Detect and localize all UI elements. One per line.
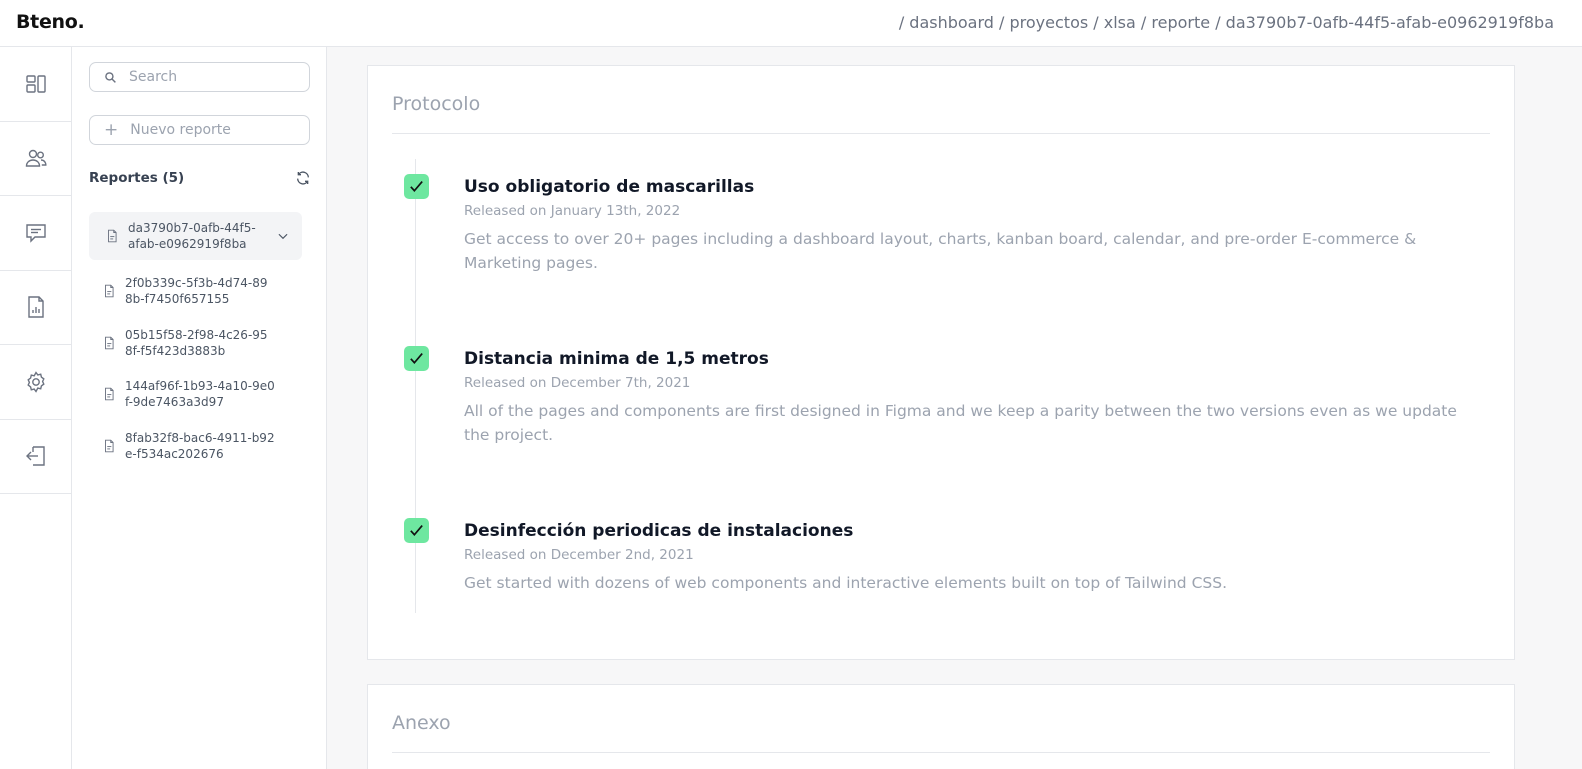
file-name: 8fab32f8-bac6-4911-b92e-f534ac202676 (125, 431, 275, 461)
plus-icon: + (104, 119, 119, 140)
check-icon (404, 346, 429, 371)
reports-header: Reportes (5) (89, 170, 311, 186)
check-icon (404, 518, 429, 543)
dashboard-icon (25, 75, 46, 93)
rail-item-reports[interactable] (0, 271, 71, 345)
timeline-title: Distancia minima de 1,5 metros (464, 349, 769, 369)
breadcrumb-item-proyectos[interactable]: / proyectos (999, 13, 1088, 32)
settings-icon (26, 370, 45, 393)
rail-item-settings[interactable] (0, 345, 71, 420)
protocol-card: Protocolo Uso obligatorio de mascarillas… (367, 65, 1515, 660)
rail-item-messages[interactable] (0, 196, 71, 271)
file-name: da3790b7-0afb-44f5-afab-e0962919f8ba (128, 221, 256, 251)
divider (392, 752, 1490, 753)
annex-title: Anexo (392, 712, 451, 734)
check-icon (404, 174, 429, 199)
file-name: 2f0b339c-5f3b-4d74-898b-f7450f657155 (125, 276, 268, 306)
reports-title: Reportes (5) (89, 170, 185, 186)
breadcrumb-item-xlsa[interactable]: / xlsa (1093, 13, 1136, 32)
top-bar: Bteno. / dashboard / proyectos / xlsa / … (0, 0, 1582, 47)
annex-card: Anexo (367, 684, 1515, 769)
divider (392, 133, 1490, 134)
rail-item-users[interactable] (0, 122, 71, 196)
file-item[interactable]: 8fab32f8-bac6-4911-b92e-f534ac202676 (102, 430, 302, 462)
timeline-description: Get started with dozens of web component… (464, 574, 1228, 592)
users-icon (25, 150, 47, 167)
file-item-active[interactable]: da3790b7-0afb-44f5-afab-e0962919f8ba (89, 212, 302, 260)
search-input[interactable] (129, 69, 299, 85)
timeline-date: Released on January 13th, 2022 (464, 203, 681, 219)
file-name: 144af96f-1b93-4a10-9e0f-9de7463a3d97 (125, 379, 275, 409)
file-item[interactable]: 2f0b339c-5f3b-4d74-898b-f7450f657155 (102, 275, 302, 307)
timeline-description: All of the pages and components are firs… (464, 402, 1457, 444)
file-icon (105, 284, 114, 298)
rail-item-logout[interactable] (0, 420, 71, 494)
timeline-date: Released on December 2nd, 2021 (464, 547, 694, 563)
new-report-box[interactable]: + (89, 115, 310, 145)
refresh-icon[interactable] (295, 170, 311, 186)
file-icon (105, 387, 114, 401)
file-name: 05b15f58-2f98-4c26-958f-f5f423d3883b (125, 328, 268, 358)
icon-rail (0, 47, 72, 769)
timeline-title: Uso obligatorio de mascarillas (464, 177, 755, 197)
reports-sidebar: + Reportes (5) da3790b7-0afb-44f5-afab-e… (72, 47, 327, 769)
chat-icon (25, 224, 46, 243)
breadcrumb-item-current: / da3790b7-0afb-44f5-afab-e0962919f8ba (1215, 13, 1554, 32)
file-icon (105, 336, 114, 350)
timeline-line (415, 159, 416, 613)
search-icon (105, 71, 116, 83)
timeline-date: Released on December 7th, 2021 (464, 375, 691, 391)
protocol-title: Protocolo (392, 93, 481, 115)
search-box[interactable] (89, 62, 310, 92)
logout-icon (25, 446, 45, 466)
timeline-description: Get access to over 20+ pages including a… (464, 230, 1417, 272)
main-content: Protocolo Uso obligatorio de mascarillas… (327, 47, 1582, 769)
file-item[interactable]: 05b15f58-2f98-4c26-958f-f5f423d3883b (102, 327, 302, 359)
chevron-down-icon[interactable] (276, 229, 290, 243)
rail-item-dashboard[interactable] (0, 47, 71, 122)
file-icon (108, 229, 117, 243)
file-item[interactable]: 144af96f-1b93-4a10-9e0f-9de7463a3d97 (102, 378, 302, 410)
breadcrumb-item-dashboard[interactable]: / dashboard (899, 13, 994, 32)
breadcrumb: / dashboard / proyectos / xlsa / reporte… (899, 13, 1554, 32)
app-logo[interactable]: Bteno. (16, 11, 85, 33)
breadcrumb-item-reporte[interactable]: / reporte (1141, 13, 1210, 32)
report-icon (27, 296, 44, 318)
new-report-input[interactable] (130, 122, 301, 138)
file-icon (105, 439, 114, 453)
timeline-title: Desinfección periodicas de instalaciones (464, 521, 854, 541)
